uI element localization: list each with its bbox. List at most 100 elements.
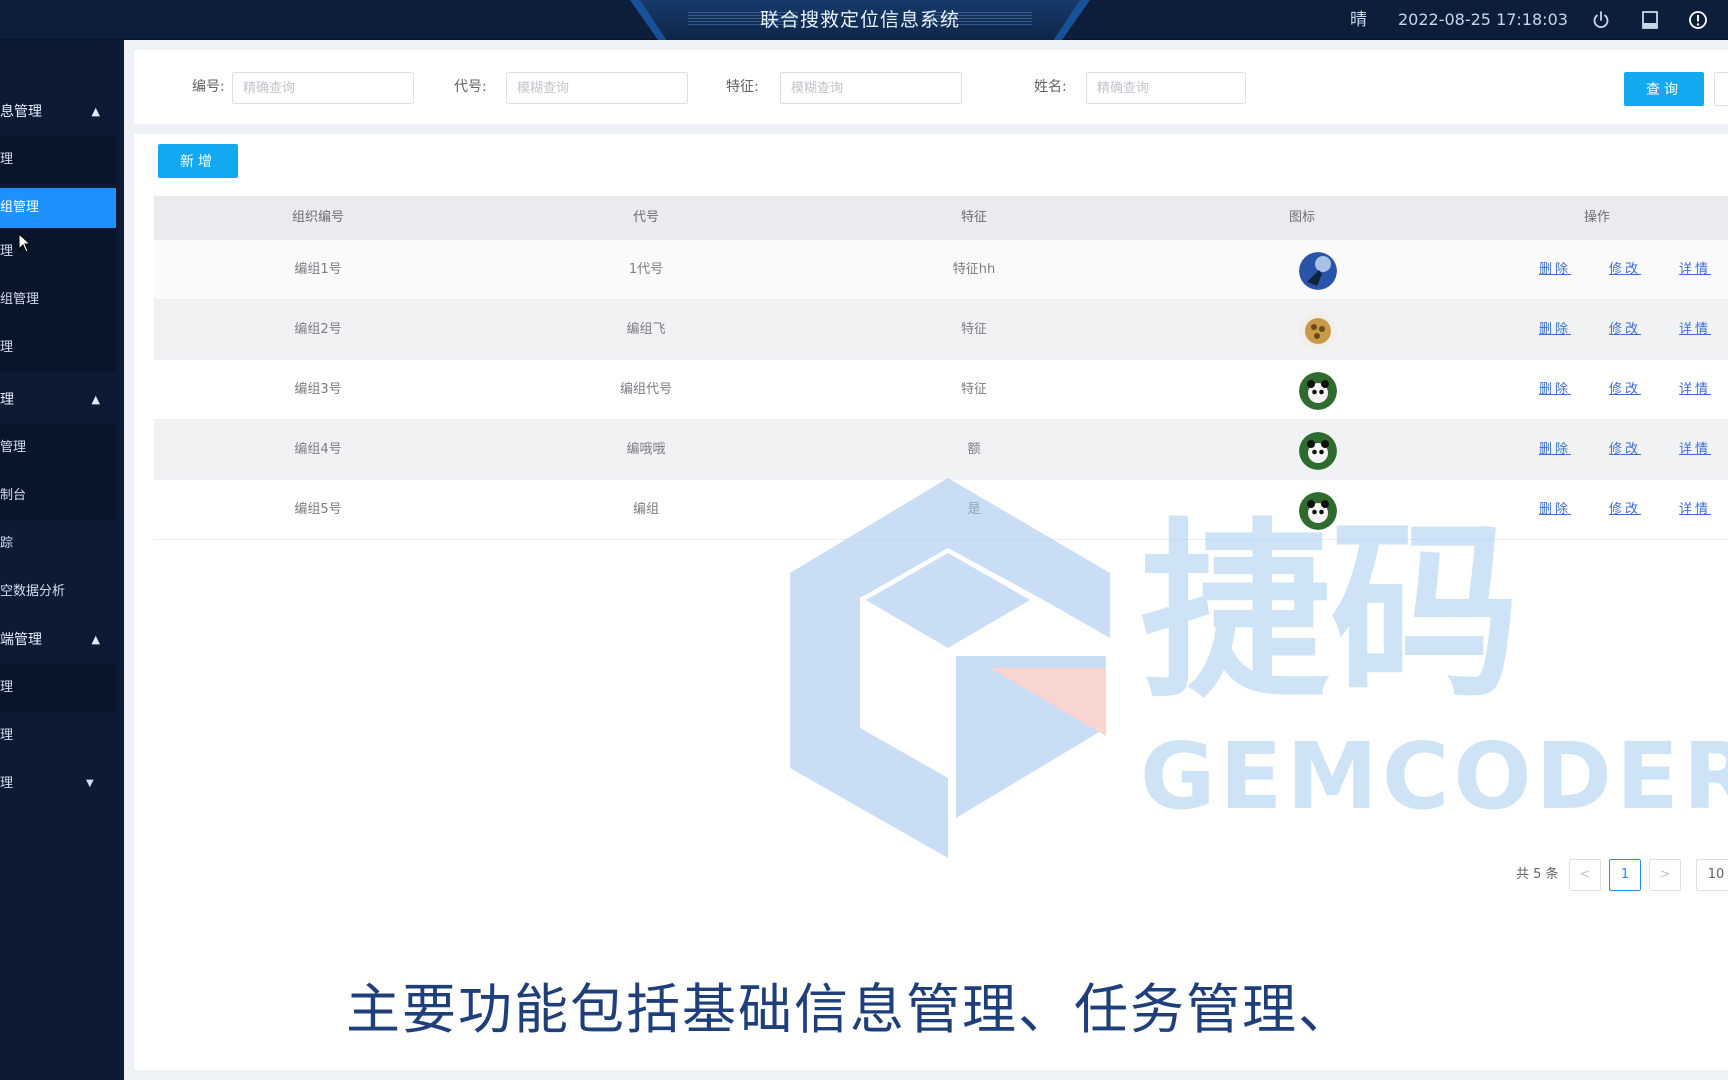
sidebar-item-11[interactable]: 理 <box>0 712 116 760</box>
sidebar-group-info[interactable]: 息管理 ▲ <box>0 88 116 136</box>
main-content: 编号: 代号: 特征: 姓名: 查询 新增 组织编号 代号 特征 图标 操作 编… <box>124 40 1728 1080</box>
table-row: 编组3号 编组代号 特征 删除 修改 详情 <box>154 360 1728 420</box>
sidebar-item-6[interactable]: 管理 <box>0 424 116 472</box>
name-input[interactable] <box>1086 72 1246 104</box>
filter-label-number: 编号: <box>192 79 225 95</box>
sidebar-group-label: 理 <box>0 392 14 408</box>
sidebar-group-label: 息管理 <box>0 104 42 120</box>
cell-feature: 特征 <box>960 322 987 337</box>
sidebar-item-12[interactable]: 理 ▼ <box>0 760 116 808</box>
edit-link[interactable]: 修改 <box>1609 420 1641 480</box>
chevron-up-icon: ▲ <box>91 393 100 406</box>
sidebar-item-10[interactable]: 理 <box>0 664 116 712</box>
sidebar-item-4[interactable]: 组管理 <box>0 276 116 324</box>
delete-link[interactable]: 删除 <box>1539 240 1571 300</box>
sidebar-item-9[interactable]: 空数据分析 <box>0 568 116 616</box>
page-button-current[interactable]: 1 <box>1609 859 1641 891</box>
cell-id: 编组3号 <box>294 382 342 397</box>
table-row: 编组2号 编组飞 特征 删除 修改 详情 <box>154 300 1728 360</box>
detail-link[interactable]: 详情 <box>1679 420 1711 480</box>
mouse-cursor-icon <box>18 233 32 253</box>
sidebar-item-8[interactable]: 踪 <box>0 520 116 568</box>
column-header: 操作 <box>1583 210 1610 225</box>
book-icon[interactable] <box>1640 10 1660 30</box>
query-button[interactable]: 查询 <box>1624 72 1704 106</box>
table-row: 编组5号 编组 是 删除 修改 详情 <box>154 480 1728 540</box>
sidebar-item-label: 理 <box>0 340 14 355</box>
weather-text: 晴 <box>1350 10 1367 30</box>
sidebar: 息管理 ▲ 理 组管理 理 组管理 理 理 ▲ 管理 制台 踪 空数据分析 端管… <box>0 40 124 1080</box>
sidebar-group-label: 端管理 <box>0 632 42 648</box>
cell-id: 编组2号 <box>294 322 342 337</box>
number-input[interactable] <box>232 72 414 104</box>
detail-link[interactable]: 详情 <box>1679 480 1711 540</box>
column-header: 代号 <box>632 210 659 225</box>
edit-link[interactable]: 修改 <box>1609 240 1641 300</box>
sidebar-item-label: 组管理 <box>0 200 40 215</box>
detail-link[interactable]: 详情 <box>1679 360 1711 420</box>
power-icon[interactable] <box>1591 10 1611 30</box>
detail-link[interactable]: 详情 <box>1679 300 1711 360</box>
next-page-button[interactable]: > <box>1649 859 1681 891</box>
edit-link[interactable]: 修改 <box>1609 360 1641 420</box>
sidebar-item-5[interactable]: 理 <box>0 324 116 372</box>
reset-button[interactable] <box>1714 72 1728 106</box>
prev-page-button[interactable]: < <box>1569 859 1601 891</box>
pagination-total: 共 5 条 <box>1516 867 1559 882</box>
sidebar-item-group-management[interactable]: 组管理 <box>0 188 116 228</box>
gold-ball-avatar-icon <box>1299 312 1337 350</box>
filter-label-name: 姓名: <box>1034 79 1067 95</box>
feature-input[interactable] <box>780 72 962 104</box>
column-header: 组织编号 <box>291 210 344 225</box>
sidebar-item-label: 理 <box>0 728 14 743</box>
table-header: 组织编号 代号 特征 图标 操作 <box>154 196 1728 240</box>
sidebar-group-task[interactable]: 理 ▲ <box>0 376 116 424</box>
edit-link[interactable]: 修改 <box>1609 300 1641 360</box>
add-button[interactable]: 新增 <box>158 144 238 178</box>
cell-feature: 是 <box>967 502 981 517</box>
table-panel: 新增 组织编号 代号 特征 图标 操作 编组1号 1代号 特征hh 删除 修改 … <box>134 134 1728 1070</box>
sidebar-item-label: 制台 <box>0 488 27 503</box>
cell-code: 编组 <box>632 502 659 517</box>
cell-feature: 特征 <box>960 382 987 397</box>
cell-code: 编哦哦 <box>626 442 666 457</box>
table-row: 编组4号 编哦哦 额 删除 修改 详情 <box>154 420 1728 480</box>
cell-code: 编组代号 <box>619 382 672 397</box>
delete-link[interactable]: 删除 <box>1539 420 1571 480</box>
sidebar-item-label: 理 <box>0 680 14 695</box>
cell-feature: 特征hh <box>952 262 996 277</box>
top-header: 联合搜救定位信息系统 晴 2022-08-25 17:18:03 <box>0 0 1728 40</box>
pagination: 共 5 条 < 1 > 10 <box>0 858 1728 892</box>
sidebar-item-1[interactable]: 理 <box>0 136 116 184</box>
datetime-text: 2022-08-25 17:18:03 <box>1398 10 1568 29</box>
cell-feature: 额 <box>967 442 981 457</box>
code-input[interactable] <box>506 72 688 104</box>
detail-link[interactable]: 详情 <box>1679 240 1711 300</box>
delete-link[interactable]: 删除 <box>1539 360 1571 420</box>
sidebar-item-label: 空数据分析 <box>0 584 66 599</box>
sidebar-item-7[interactable]: 制台 <box>0 472 116 520</box>
chevron-up-icon: ▲ <box>91 105 100 118</box>
cell-code: 1代号 <box>628 262 664 277</box>
column-header: 图标 <box>1288 210 1315 225</box>
delete-link[interactable]: 删除 <box>1539 480 1571 540</box>
panda-avatar-icon <box>1299 432 1337 470</box>
sidebar-item-label: 组管理 <box>0 292 40 307</box>
cell-id: 编组1号 <box>294 262 342 277</box>
info-icon[interactable] <box>1688 10 1708 30</box>
page-size-select[interactable]: 10 <box>1696 859 1728 891</box>
sidebar-item-label: 理 <box>0 244 14 259</box>
data-table: 组织编号 代号 特征 图标 操作 编组1号 1代号 特征hh 删除 修改 详情 <box>154 196 1728 540</box>
panda-avatar-icon <box>1299 372 1337 410</box>
delete-link[interactable]: 删除 <box>1539 300 1571 360</box>
column-header: 特征 <box>960 210 987 225</box>
cell-id: 编组4号 <box>294 442 342 457</box>
edit-link[interactable]: 修改 <box>1609 480 1641 540</box>
filter-bar: 编号: 代号: 特征: 姓名: 查询 <box>134 50 1728 124</box>
sidebar-group-terminal[interactable]: 端管理 ▲ <box>0 616 116 664</box>
filter-label-feature: 特征: <box>726 79 759 95</box>
cell-id: 编组5号 <box>294 502 342 517</box>
table-row: 编组1号 1代号 特征hh 删除 修改 详情 <box>154 240 1728 300</box>
chevron-down-icon: ▼ <box>86 778 94 789</box>
chevron-up-icon: ▲ <box>91 633 100 646</box>
